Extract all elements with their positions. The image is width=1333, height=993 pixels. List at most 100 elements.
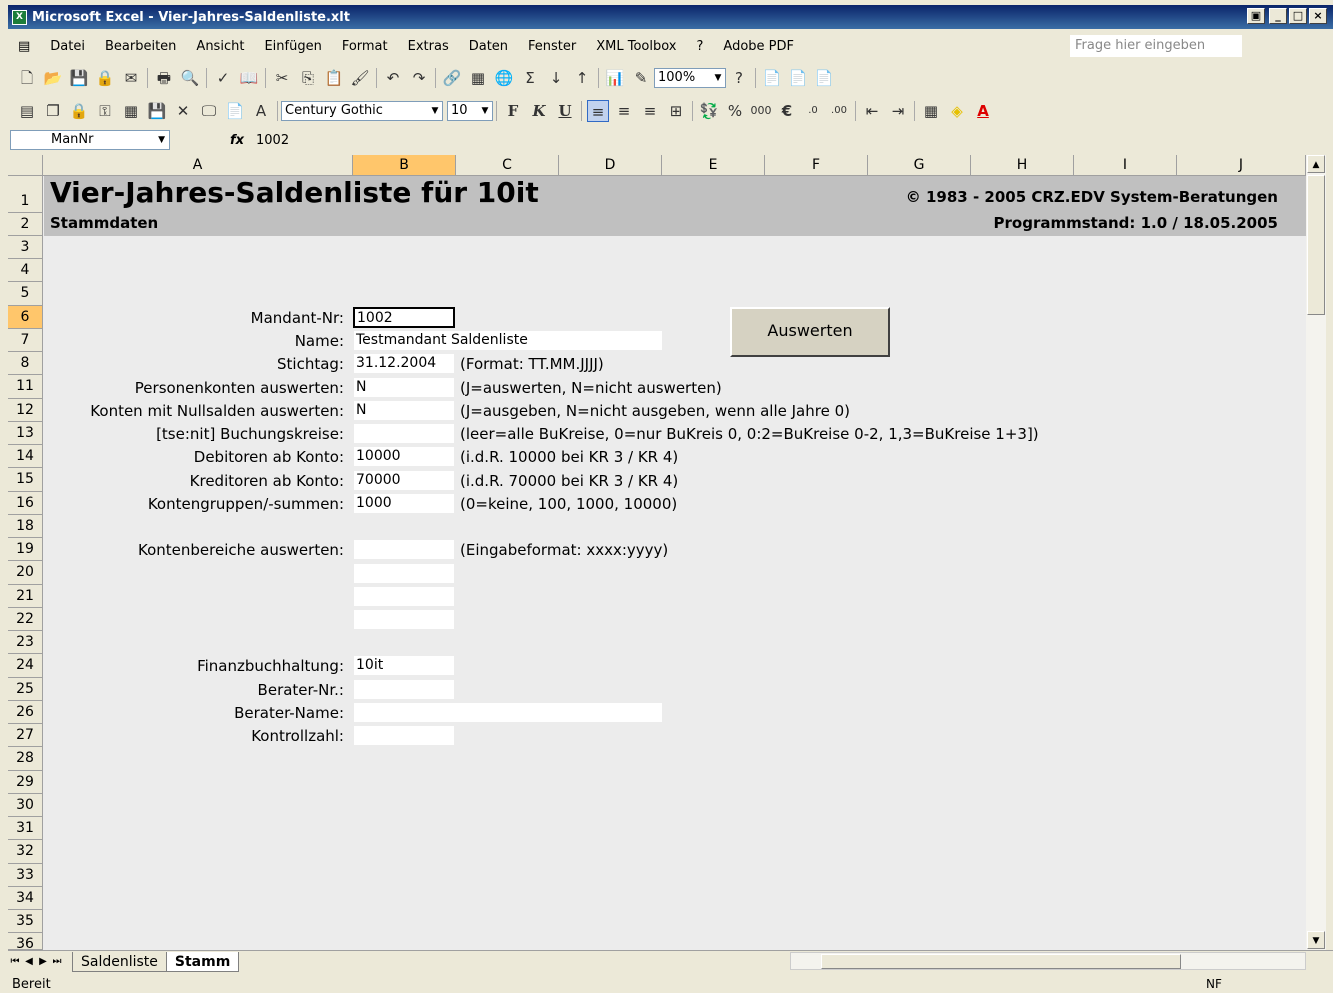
maximize-button[interactable]: □: [1289, 8, 1307, 24]
pdf-icon[interactable]: 📄: [761, 67, 783, 89]
fibu-input[interactable]: 10it: [353, 655, 455, 676]
minimize-button[interactable]: _: [1269, 8, 1287, 24]
col-header-g[interactable]: G: [868, 155, 971, 176]
tab-saldenliste[interactable]: Saldenliste: [72, 951, 167, 972]
menu-extras[interactable]: Extras: [398, 39, 459, 54]
bukreise-input[interactable]: [353, 423, 455, 444]
research-icon[interactable]: 📖: [238, 67, 260, 89]
mandant-input[interactable]: 1002: [353, 307, 455, 328]
col-header-b[interactable]: B: [353, 155, 456, 176]
row-header[interactable]: 34: [8, 887, 43, 910]
menu-einfuegen[interactable]: Einfügen: [254, 39, 331, 54]
copy-icon[interactable]: ⎘: [297, 67, 319, 89]
row-header[interactable]: 22: [8, 608, 43, 631]
stichtag-input[interactable]: 31.12.2004: [353, 353, 455, 374]
bold-button[interactable]: F: [502, 100, 524, 122]
bereiche-input-2[interactable]: [353, 563, 455, 584]
row-header[interactable]: 6: [8, 306, 43, 329]
menu-fenster[interactable]: Fenster: [518, 39, 586, 54]
personen-input[interactable]: N: [353, 377, 455, 398]
col-header-f[interactable]: F: [765, 155, 868, 176]
vertical-scrollbar[interactable]: ▲ ▼: [1306, 155, 1326, 950]
pdf-tool-icon[interactable]: 📄: [224, 100, 246, 122]
print-preview-icon[interactable]: 🔍: [179, 67, 201, 89]
row-header[interactable]: 26: [8, 701, 43, 724]
font-color-icon[interactable]: A: [972, 100, 994, 122]
align-center-icon[interactable]: ≡: [613, 100, 635, 122]
text-size-icon[interactable]: A: [250, 100, 272, 122]
row-header[interactable]: 28: [8, 747, 43, 771]
col-header-e[interactable]: E: [662, 155, 765, 176]
autosum-icon[interactable]: Σ: [519, 67, 541, 89]
nullsalden-input[interactable]: N: [353, 400, 455, 421]
row-header[interactable]: 21: [8, 585, 43, 608]
increase-decimal-icon[interactable]: .0: [802, 100, 824, 122]
kontrollzahl-input[interactable]: [353, 725, 455, 746]
auswerten-button[interactable]: Auswerten: [730, 307, 890, 357]
name-input[interactable]: Testmandant Saldenliste: [353, 330, 663, 351]
select-all-corner[interactable]: [8, 155, 43, 176]
row-header[interactable]: 15: [8, 468, 43, 492]
row-header[interactable]: 35: [8, 910, 43, 933]
row-header[interactable]: 14: [8, 445, 43, 468]
col-header-i[interactable]: I: [1074, 155, 1177, 176]
drawing-icon[interactable]: ✎: [630, 67, 652, 89]
monitor-icon[interactable]: 🖵: [198, 100, 220, 122]
decrease-decimal-icon[interactable]: .00: [828, 100, 850, 122]
globe-icon[interactable]: 🌐: [493, 67, 515, 89]
row-header[interactable]: 8: [8, 352, 43, 375]
italic-button[interactable]: K: [528, 100, 550, 122]
print-icon[interactable]: 🖶: [153, 67, 175, 89]
horizontal-scrollbar[interactable]: [790, 952, 1306, 970]
close-button[interactable]: ×: [1309, 8, 1327, 24]
col-header-a[interactable]: A: [43, 155, 353, 176]
row-header[interactable]: 1: [8, 176, 43, 213]
paste-icon[interactable]: 📋: [323, 67, 345, 89]
scroll-up-icon[interactable]: ▲: [1307, 155, 1325, 173]
col-header-h[interactable]: H: [971, 155, 1074, 176]
row-header[interactable]: 20: [8, 561, 43, 585]
save-icon[interactable]: 💾: [68, 67, 90, 89]
row-header[interactable]: 2: [8, 213, 43, 236]
align-right-icon[interactable]: ≡: [639, 100, 661, 122]
row-header[interactable]: 7: [8, 329, 43, 352]
row-header[interactable]: 16: [8, 492, 43, 515]
next-sheet-icon[interactable]: ▶: [36, 956, 50, 967]
doc-icon[interactable]: ▤: [8, 39, 40, 54]
size-select[interactable]: 10 ▼: [447, 101, 493, 121]
menu-daten[interactable]: Daten: [459, 39, 518, 54]
sheet-icon[interactable]: ▦: [467, 67, 489, 89]
menu-xml-toolbox[interactable]: XML Toolbox: [586, 39, 686, 54]
help-search-input[interactable]: Frage hier eingeben: [1070, 35, 1242, 57]
col-header-j[interactable]: J: [1177, 155, 1306, 176]
font-select[interactable]: Century Gothic ▼: [281, 101, 443, 121]
row-header[interactable]: 29: [8, 771, 43, 794]
hyperlink-icon[interactable]: 🔗: [441, 67, 463, 89]
tab-stamm[interactable]: Stamm: [165, 951, 240, 972]
menu-adobe-pdf[interactable]: Adobe PDF: [713, 39, 804, 54]
menu-datei[interactable]: Datei: [40, 39, 95, 54]
row-header[interactable]: 11: [8, 375, 43, 399]
cut-icon[interactable]: ✂: [271, 67, 293, 89]
key-icon[interactable]: ⚿: [94, 100, 116, 122]
pdf-mail-icon[interactable]: 📄: [787, 67, 809, 89]
row-header[interactable]: 23: [8, 631, 43, 654]
bereiche-input-3[interactable]: [353, 586, 455, 607]
fx-icon[interactable]: fx: [222, 133, 252, 148]
percent-icon[interactable]: %: [724, 100, 746, 122]
borders-icon[interactable]: ▦: [920, 100, 942, 122]
row-header[interactable]: 5: [8, 282, 43, 306]
thousands-icon[interactable]: 000: [750, 100, 772, 122]
chart-icon[interactable]: 📊: [604, 67, 626, 89]
menu-bearbeiten[interactable]: Bearbeiten: [95, 39, 186, 54]
row-header[interactable]: 13: [8, 422, 43, 445]
excel-tool-icon[interactable]: ✕: [172, 100, 194, 122]
row-header[interactable]: 30: [8, 794, 43, 817]
row-header[interactable]: 4: [8, 259, 43, 282]
underline-button[interactable]: U: [554, 100, 576, 122]
lock-icon[interactable]: 🔒: [68, 100, 90, 122]
euro-icon[interactable]: €: [776, 100, 798, 122]
row-header[interactable]: 3: [8, 236, 43, 259]
name-box[interactable]: ManNr ▼: [10, 130, 170, 150]
doc-list-icon[interactable]: ▤: [16, 100, 38, 122]
